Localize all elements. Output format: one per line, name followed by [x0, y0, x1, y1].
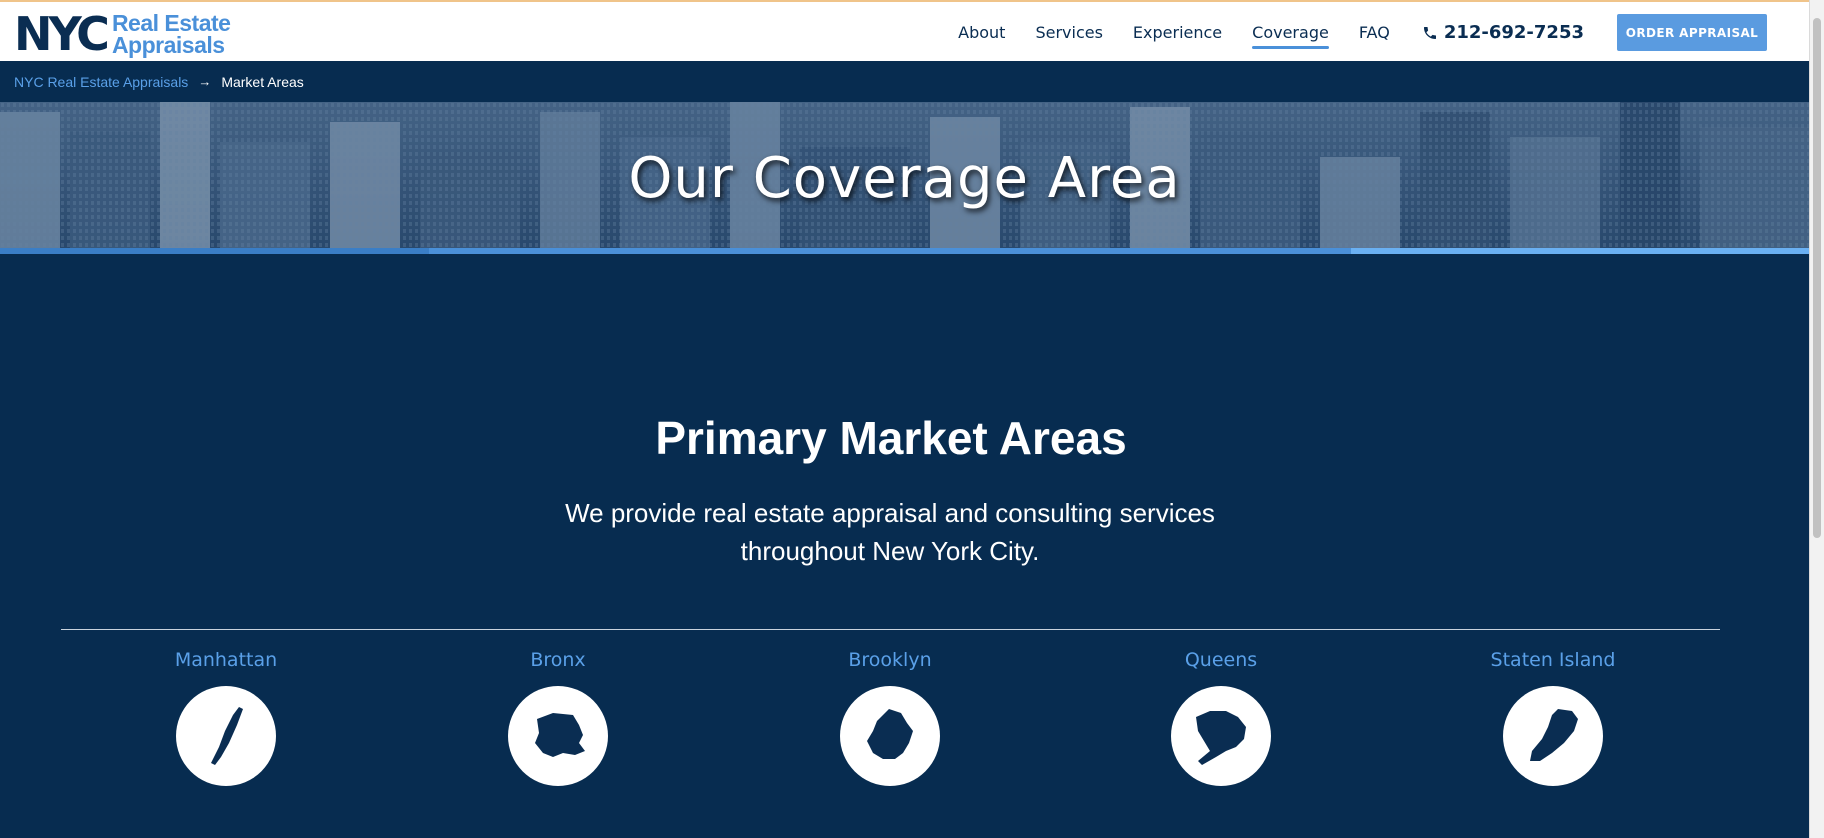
area-queens: Queens — [1121, 649, 1321, 786]
phone-icon — [1423, 26, 1436, 39]
staten-island-map-icon[interactable] — [1503, 686, 1603, 786]
breadcrumb-home-link[interactable]: NYC Real Estate Appraisals — [14, 74, 188, 90]
section-title: Primary Market Areas — [655, 412, 1127, 464]
breadcrumb: NYC Real Estate Appraisals → Market Area… — [0, 61, 1809, 102]
logo-nyc-text: NYC — [14, 7, 110, 61]
scrollbar-thumb[interactable] — [1813, 18, 1821, 538]
queens-map-icon[interactable] — [1171, 686, 1271, 786]
area-name-manhattan[interactable]: Manhattan — [126, 649, 326, 671]
nav-faq[interactable]: FAQ — [1359, 23, 1390, 42]
logo-line-1: Real Estate — [111, 10, 231, 36]
area-manhattan: Manhattan — [126, 649, 326, 786]
section-divider — [61, 629, 1720, 630]
site-logo[interactable]: NYC Real Estate Appraisals — [14, 7, 231, 61]
area-brooklyn: Brooklyn — [790, 649, 990, 786]
site-header: NYC Real Estate Appraisals About Service… — [0, 0, 1824, 61]
area-name-queens[interactable]: Queens — [1121, 649, 1321, 671]
area-bronx: Bronx — [458, 649, 658, 786]
nav-experience[interactable]: Experience — [1133, 23, 1222, 42]
phone-number: 212-692-7253 — [1443, 22, 1584, 43]
breadcrumb-separator: → — [198, 74, 212, 89]
section-description: We provide real estate appraisal and con… — [565, 498, 1215, 566]
hero-title: Our Coverage Area — [628, 146, 1181, 211]
main-nav: About Services Experience Coverage FAQ 2… — [928, 2, 1824, 63]
nav-coverage[interactable]: Coverage — [1252, 23, 1329, 49]
nav-services[interactable]: Services — [1035, 23, 1102, 42]
logo-subtitle: Real Estate Appraisals — [111, 10, 231, 58]
area-name-staten-island[interactable]: Staten Island — [1453, 649, 1653, 671]
area-name-bronx[interactable]: Bronx — [458, 649, 658, 671]
bronx-map-icon[interactable] — [508, 686, 608, 786]
area-name-brooklyn[interactable]: Brooklyn — [790, 649, 990, 671]
order-appraisal-button[interactable]: ORDER APPRAISAL — [1617, 14, 1767, 51]
brooklyn-map-icon[interactable] — [840, 686, 940, 786]
logo-line-2: Appraisals — [111, 32, 225, 58]
market-areas-section: Primary Market Areas We provide real est… — [0, 254, 1809, 838]
manhattan-map-icon[interactable] — [176, 686, 276, 786]
breadcrumb-current: Market Areas — [221, 73, 304, 90]
hero-banner: Our Coverage Area — [0, 102, 1809, 254]
nav-about[interactable]: About — [958, 23, 1005, 42]
phone-link[interactable]: 212-692-7253 — [1422, 22, 1584, 43]
page-scrollbar[interactable] — [1809, 0, 1824, 838]
area-staten-island: Staten Island — [1453, 649, 1653, 786]
